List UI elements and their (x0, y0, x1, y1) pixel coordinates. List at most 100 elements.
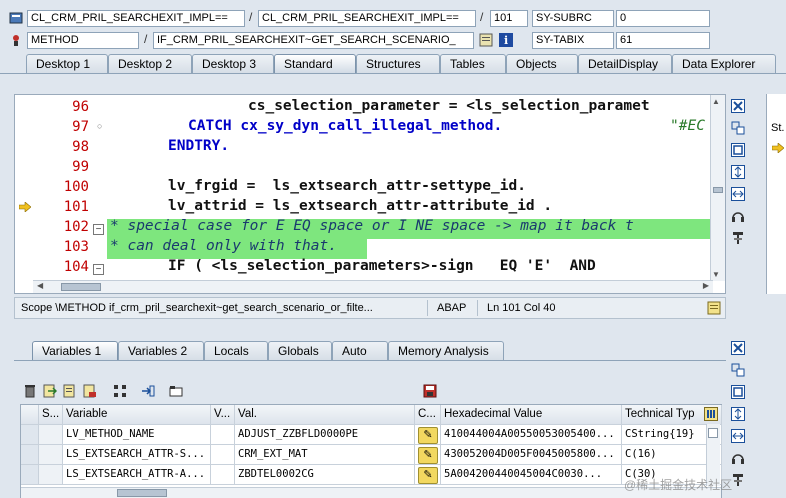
method-name-field[interactable]: IF_CRM_PRIL_SEARCHEXIT~GET_SEARCH_SCENAR… (153, 32, 474, 49)
scroll-left-icon[interactable]: ◀ (37, 281, 43, 290)
horizontal-split-icon[interactable] (730, 428, 746, 444)
tab-locals[interactable]: Locals (204, 341, 268, 361)
column-header-hex[interactable]: Hexadecimal Value (441, 405, 622, 425)
column-header-status[interactable]: S... (39, 405, 63, 425)
delete-icon[interactable] (22, 383, 38, 399)
swap-icon[interactable] (730, 362, 746, 378)
line-field[interactable]: 101 (490, 10, 528, 27)
scroll-right-icon[interactable]: ▶ (703, 281, 709, 290)
variable-name-cell[interactable]: LS_EXTSEARCH_ATTR-S... (63, 445, 211, 465)
edit-pencil-icon[interactable]: ✎ (418, 447, 438, 464)
tools-icon[interactable] (730, 230, 746, 246)
edit-pencil-icon[interactable]: ✎ (418, 427, 438, 444)
scroll-down-icon[interactable]: ▼ (712, 270, 720, 279)
row-status-cell (39, 425, 63, 445)
column-header-v[interactable]: V... (211, 405, 235, 425)
position-text: Ln 101 Col 40 (487, 302, 556, 314)
tab-detaildisplay[interactable]: DetailDisplay (578, 54, 672, 74)
tools-icon[interactable] (730, 472, 746, 488)
row-status-cell (39, 445, 63, 465)
maximize-icon[interactable] (730, 142, 746, 158)
tab-structures[interactable]: Structures (356, 54, 440, 74)
tab-desktop-3[interactable]: Desktop 3 (192, 54, 274, 74)
tab-memory-analysis[interactable]: Memory Analysis (388, 341, 504, 361)
program-field[interactable]: CL_CRM_PRIL_SEARCHEXIT_IMPL== (27, 10, 245, 27)
variables-tabstrip: Variables 1 Variables 2 Locals Globals A… (0, 341, 726, 361)
sysvar-value-field-2[interactable]: 61 (616, 32, 710, 49)
navigate-icon[interactable] (140, 383, 156, 399)
fold-toggle-icon[interactable]: − (93, 264, 104, 275)
divider (477, 300, 478, 316)
grid-checkbox[interactable] (708, 428, 718, 438)
maximize-icon[interactable] (730, 384, 746, 400)
close-icon[interactable] (730, 98, 746, 114)
tab-desktop-1[interactable]: Desktop 1 (26, 54, 108, 74)
scroll-thumb[interactable] (61, 283, 101, 291)
tab-desktop-2[interactable]: Desktop 2 (108, 54, 192, 74)
column-header-select[interactable] (21, 405, 39, 425)
info-icon[interactable]: i (498, 32, 514, 48)
line-number: 99 (72, 159, 89, 175)
vertical-split-icon[interactable] (730, 164, 746, 180)
headset-icon[interactable] (730, 450, 746, 466)
tab-tables[interactable]: Tables (440, 54, 506, 74)
sysvar-name-field-2[interactable]: SY-TABIX (532, 32, 614, 49)
code-comment-line: * special case for E EQ space or I NE sp… (110, 218, 634, 234)
divider (427, 300, 428, 316)
variable-value-cell[interactable]: ADJUST_ZZBFLD0000PE (235, 425, 415, 445)
variable-value-cell[interactable]: CRM_EXT_MAT (235, 445, 415, 465)
tab-objects[interactable]: Objects (506, 54, 578, 74)
include-field[interactable]: CL_CRM_PRIL_SEARCHEXIT_IMPL== (258, 10, 476, 27)
hierarchy-icon[interactable] (112, 383, 128, 399)
tab-data-explorer[interactable]: Data Explorer (672, 54, 776, 74)
headset-icon[interactable] (730, 208, 746, 224)
row-selector[interactable] (21, 445, 39, 465)
sysvar-name-field[interactable]: SY-SUBRC (532, 10, 614, 27)
tab-globals[interactable]: Globals (268, 341, 332, 361)
grid-horizontal-scrollbar[interactable] (21, 487, 721, 498)
variable-value-cell[interactable]: ZBDTEL0002CG (235, 465, 415, 485)
save-icon[interactable] (422, 383, 438, 399)
scroll-thumb[interactable] (713, 187, 723, 193)
scroll-thumb[interactable] (117, 489, 167, 497)
fold-toggle-icon[interactable]: − (93, 224, 104, 235)
edit-pencil-icon[interactable]: ✎ (418, 467, 438, 484)
column-header-value[interactable]: Val. (235, 405, 415, 425)
tab-standard[interactable]: Standard (274, 54, 356, 74)
language-text: ABAP (437, 302, 467, 314)
swap-icon[interactable] (730, 120, 746, 136)
notes-icon[interactable] (707, 301, 721, 322)
row-selector[interactable] (21, 465, 39, 485)
tab-variables-2[interactable]: Variables 2 (118, 341, 204, 361)
code-line: cs_selection_parameter = <ls_selection_p… (248, 98, 650, 114)
hex-value-cell: 430052004D005F0045005800... (441, 445, 622, 465)
row-selector[interactable] (21, 425, 39, 445)
breakpoint-gutter[interactable] (15, 95, 33, 293)
hex-value-cell: 5A004200440045004C0030... (441, 465, 622, 485)
variable-name-cell[interactable]: LV_METHOD_NAME (63, 425, 211, 445)
editor-vertical-scrollbar[interactable]: ▲ ▼ (710, 95, 725, 281)
remove-icon[interactable] (82, 383, 98, 399)
column-header-variable[interactable]: Variable (63, 405, 211, 425)
table-settings-icon[interactable] (704, 407, 718, 424)
variable-name-cell[interactable]: LS_EXTSEARCH_ATTR-A... (63, 465, 211, 485)
vertical-split-icon[interactable] (730, 406, 746, 422)
right-panel-label: St. (771, 122, 785, 134)
sysvar-value-field[interactable]: 0 (616, 10, 710, 27)
row-status-cell (39, 465, 63, 485)
tab-variables-1[interactable]: Variables 1 (32, 341, 118, 361)
horizontal-split-icon[interactable] (730, 186, 746, 202)
import-icon[interactable] (42, 383, 58, 399)
tab-auto[interactable]: Auto (332, 341, 388, 361)
scroll-up-icon[interactable]: ▲ (712, 97, 720, 106)
display-icon[interactable] (478, 32, 494, 48)
editor-horizontal-scrollbar[interactable]: ◀ ▶ (33, 280, 713, 293)
export-icon[interactable] (62, 383, 78, 399)
column-header-change[interactable]: C... (415, 405, 441, 425)
type-field[interactable]: METHOD (27, 32, 139, 49)
tabstrip-baseline (0, 73, 786, 74)
close-icon[interactable] (730, 340, 746, 356)
code-editor[interactable]: 96 97 98 99 100 101 102 103 104 ○ − − cs… (14, 94, 726, 294)
variables-grid: S... Variable V... Val. C... Hexadecimal… (20, 404, 722, 498)
folder-icon[interactable] (168, 383, 184, 399)
